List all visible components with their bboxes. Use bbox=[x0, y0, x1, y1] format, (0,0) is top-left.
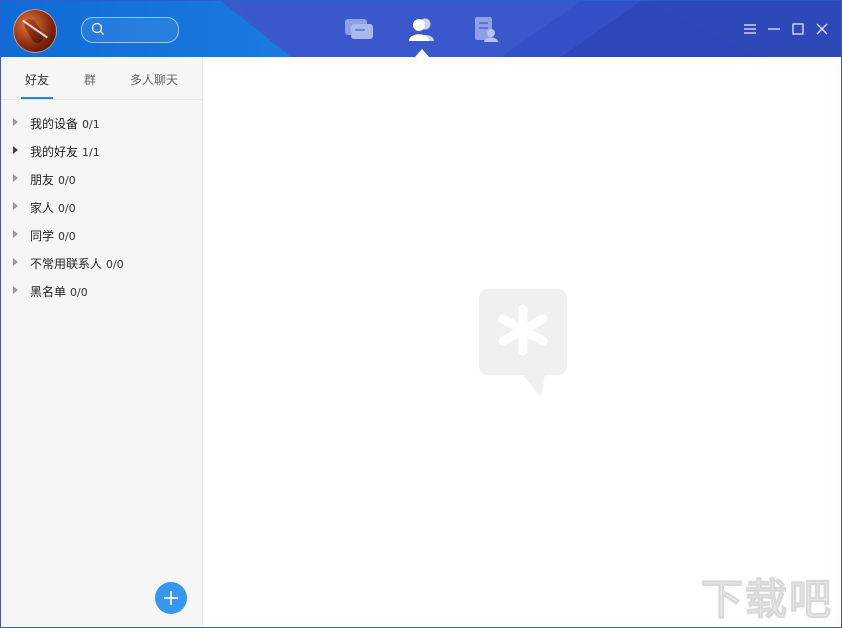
avatar[interactable] bbox=[13, 9, 57, 53]
content-pane bbox=[203, 57, 841, 627]
expand-arrow-icon bbox=[13, 118, 18, 126]
group-name: 同学 bbox=[30, 229, 54, 243]
group-family[interactable]: 家人 0/0 bbox=[1, 196, 202, 220]
group-count: 1/1 bbox=[82, 146, 100, 159]
watermark-logo: 下载吧 bbox=[701, 566, 833, 627]
menu-icon bbox=[742, 21, 758, 37]
contacts-icon bbox=[406, 15, 438, 43]
group-my-friends[interactable]: 我的好友 1/1 bbox=[1, 140, 202, 164]
group-name: 我的好友 bbox=[30, 145, 78, 159]
group-name: 我的设备 bbox=[30, 117, 78, 131]
group-classmates[interactable]: 同学 0/0 bbox=[1, 224, 202, 248]
nav-files[interactable] bbox=[470, 15, 502, 43]
empty-chat-placeholder-icon bbox=[479, 287, 569, 399]
file-user-icon bbox=[470, 15, 502, 43]
expand-arrow-icon bbox=[13, 146, 18, 154]
group-blacklist[interactable]: 黑名单 0/0 bbox=[1, 280, 202, 304]
tab-friends[interactable]: 好友 bbox=[25, 71, 49, 88]
group-count: 0/0 bbox=[58, 202, 76, 215]
maximize-icon bbox=[790, 21, 806, 37]
active-nav-indicator bbox=[415, 49, 429, 57]
group-count: 0/0 bbox=[70, 286, 88, 299]
title-bar bbox=[1, 1, 841, 57]
search-icon bbox=[91, 22, 105, 36]
group-name: 不常用联系人 bbox=[30, 257, 102, 271]
expand-arrow-icon bbox=[13, 258, 18, 266]
group-friends[interactable]: 朋友 0/0 bbox=[1, 168, 202, 192]
app-window: 好友 群 多人聊天 我的设备 0/1 我的好友 1/1 朋友 0/0 家人 0/0 bbox=[0, 0, 842, 628]
minimize-button[interactable] bbox=[766, 21, 782, 37]
minimize-icon bbox=[766, 21, 782, 37]
search-input[interactable] bbox=[110, 21, 174, 39]
nav-messages[interactable] bbox=[343, 15, 375, 43]
plus-icon bbox=[163, 590, 179, 606]
tab-groups[interactable]: 群 bbox=[84, 71, 96, 88]
search-box[interactable] bbox=[81, 17, 179, 43]
nav-contacts[interactable] bbox=[406, 15, 438, 43]
menu-button[interactable] bbox=[742, 21, 758, 37]
group-count: 0/1 bbox=[82, 118, 100, 131]
expand-arrow-icon bbox=[13, 202, 18, 210]
group-infrequent-contacts[interactable]: 不常用联系人 0/0 bbox=[1, 252, 202, 276]
close-button[interactable] bbox=[814, 21, 830, 37]
group-count: 0/0 bbox=[58, 230, 76, 243]
add-contact-button[interactable] bbox=[155, 582, 187, 614]
expand-arrow-icon bbox=[13, 286, 18, 294]
group-my-devices[interactable]: 我的设备 0/1 bbox=[1, 112, 202, 136]
chat-bubbles-icon bbox=[343, 15, 375, 43]
group-name: 黑名单 bbox=[30, 285, 66, 299]
contact-tabs: 好友 群 多人聊天 bbox=[1, 57, 202, 100]
tab-multi-chat[interactable]: 多人聊天 bbox=[130, 71, 178, 88]
group-count: 0/0 bbox=[106, 258, 124, 271]
expand-arrow-icon bbox=[13, 174, 18, 182]
active-tab-underline bbox=[21, 97, 53, 99]
group-name: 朋友 bbox=[30, 173, 54, 187]
maximize-button[interactable] bbox=[790, 21, 806, 37]
expand-arrow-icon bbox=[13, 230, 18, 238]
contacts-sidebar: 好友 群 多人聊天 我的设备 0/1 我的好友 1/1 朋友 0/0 家人 0/0 bbox=[1, 57, 203, 627]
close-icon bbox=[814, 21, 830, 37]
group-name: 家人 bbox=[30, 201, 54, 215]
group-count: 0/0 bbox=[58, 174, 76, 187]
